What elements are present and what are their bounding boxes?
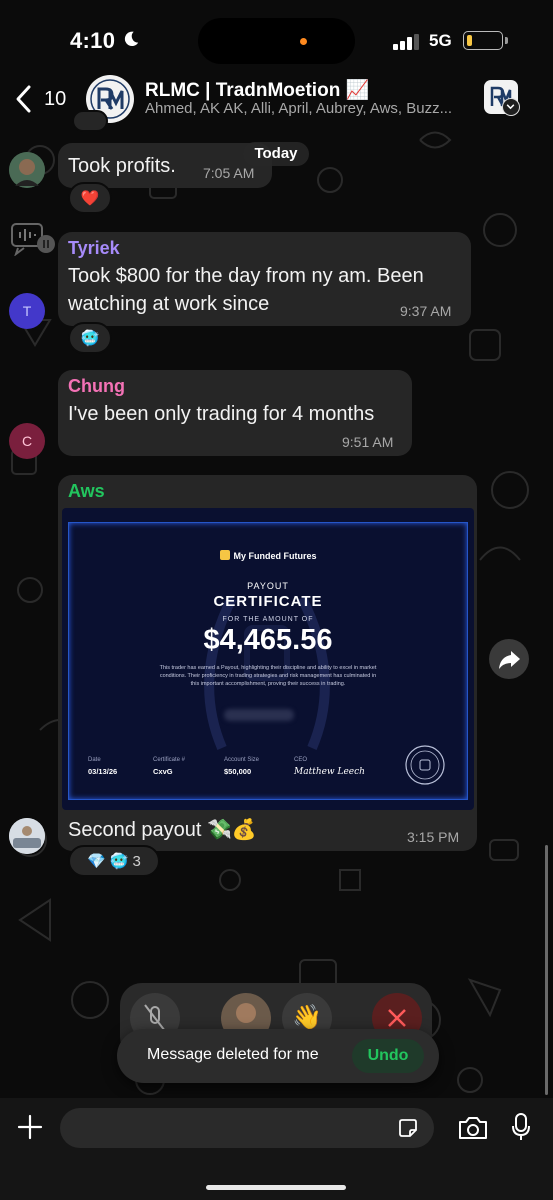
message-text: I've been only trading for 4 months bbox=[68, 403, 375, 425]
moon-icon bbox=[124, 31, 139, 47]
avatar-aws[interactable] bbox=[9, 818, 45, 854]
heart-reaction: ❤️ bbox=[80, 190, 100, 207]
diamond-reaction: 💎 bbox=[87, 853, 106, 870]
chevron-down-icon bbox=[506, 104, 515, 110]
certificate-image[interactable]: My Funded Futures PAYOUT CERTIFICATE FOR… bbox=[62, 508, 474, 810]
date-divider: Today bbox=[243, 142, 309, 166]
forward-button[interactable] bbox=[489, 639, 529, 679]
message-time: 9:51 AM bbox=[342, 434, 394, 450]
message-text-line-2: watching at work since bbox=[68, 293, 270, 315]
home-indicator bbox=[206, 1185, 346, 1190]
dynamic-island bbox=[198, 18, 355, 64]
mff-logo-icon bbox=[219, 550, 230, 560]
reaction-pill[interactable]: ❤️ bbox=[68, 182, 112, 214]
certificate-body-2: conditions. Their proficiency in trading… bbox=[159, 673, 377, 679]
account-size-value: $50,000 bbox=[224, 767, 252, 776]
voice-note-icon[interactable] bbox=[10, 220, 56, 256]
plus-icon[interactable] bbox=[16, 1113, 44, 1141]
cert-number-label: Certificate # bbox=[153, 757, 186, 763]
network-type: 5G bbox=[429, 31, 452, 50]
date-value: 03/13/26 bbox=[88, 767, 118, 776]
cold-face-reaction: 🥶 bbox=[109, 853, 129, 870]
cold-face-reaction: 🥶 bbox=[80, 330, 100, 347]
blurred-name bbox=[224, 709, 294, 721]
certificate-body-1: This trader has earned a Payout, highlig… bbox=[159, 665, 377, 671]
certificate-brand: My Funded Futures bbox=[62, 550, 474, 561]
message-time: 7:05 AM bbox=[203, 165, 255, 181]
certificate-title: CERTIFICATE bbox=[213, 593, 323, 610]
ceo-signature: Matthew Leech bbox=[294, 767, 365, 777]
battery-nub bbox=[505, 37, 508, 44]
message-text: Second payout 💸💰 bbox=[68, 819, 257, 841]
back-chevron-icon[interactable] bbox=[14, 84, 34, 114]
sticker-icon[interactable] bbox=[397, 1117, 419, 1139]
ceo-label: CEO bbox=[294, 757, 308, 763]
certificate-body-3: this important accomplishment, proving t… bbox=[190, 681, 346, 687]
certificate-amount: $4,465.56 bbox=[203, 624, 333, 656]
seal-icon bbox=[405, 745, 445, 785]
avatar-tyriek[interactable]: T bbox=[9, 293, 45, 329]
certificate-subtitle: FOR THE AMOUNT OF bbox=[222, 616, 314, 623]
avatar-sender-1[interactable] bbox=[9, 152, 45, 188]
certificate-payout: PAYOUT bbox=[247, 581, 289, 591]
avatar-photo bbox=[9, 818, 45, 854]
message-text: Took profits. bbox=[68, 155, 176, 177]
undo-button[interactable]: Undo bbox=[352, 1039, 424, 1073]
toast-message: Message deleted for me bbox=[147, 1046, 319, 1063]
mic-icon[interactable] bbox=[511, 1112, 531, 1142]
sender-name-tyriek: Tyriek bbox=[68, 238, 120, 258]
camera-icon[interactable] bbox=[457, 1115, 489, 1141]
unread-count[interactable]: 10 bbox=[44, 88, 66, 111]
message-text-line-1: Took $800 for the day from ny am. Been bbox=[68, 265, 424, 287]
signal-icon bbox=[393, 34, 419, 50]
battery-level bbox=[467, 35, 472, 46]
reaction-pill[interactable]: 🥶 bbox=[68, 322, 112, 354]
message-input[interactable] bbox=[60, 1108, 434, 1148]
reaction-count: 3 bbox=[132, 852, 141, 870]
avatar-photo bbox=[9, 152, 45, 188]
account-size-label: Account Size bbox=[224, 757, 260, 763]
date-label: Date bbox=[88, 757, 101, 763]
message-time: 9:37 AM bbox=[400, 303, 452, 319]
avatar-chung[interactable]: C bbox=[9, 423, 45, 459]
sender-name-aws: Aws bbox=[68, 481, 105, 501]
group-name[interactable]: RLMC | TradnMoetion 📈 bbox=[145, 78, 369, 102]
recording-indicator bbox=[300, 38, 307, 45]
cert-number-value: CxvG bbox=[153, 767, 173, 776]
status-time: 4:10 bbox=[70, 28, 116, 53]
sender-name-chung: Chung bbox=[68, 376, 125, 396]
waving-hand-icon: 👋 bbox=[292, 1004, 322, 1031]
chevron-down-badge[interactable] bbox=[502, 98, 520, 116]
message-time: 3:15 PM bbox=[407, 829, 460, 845]
reaction-partial[interactable] bbox=[72, 110, 108, 132]
forward-icon bbox=[499, 651, 520, 669]
scrollbar[interactable] bbox=[545, 845, 548, 1095]
reaction-pill[interactable]: 💎 🥶 3 bbox=[68, 845, 160, 877]
group-members[interactable]: Ahmed, AK AK, Alli, April, Aubrey, Aws, … bbox=[145, 100, 475, 117]
